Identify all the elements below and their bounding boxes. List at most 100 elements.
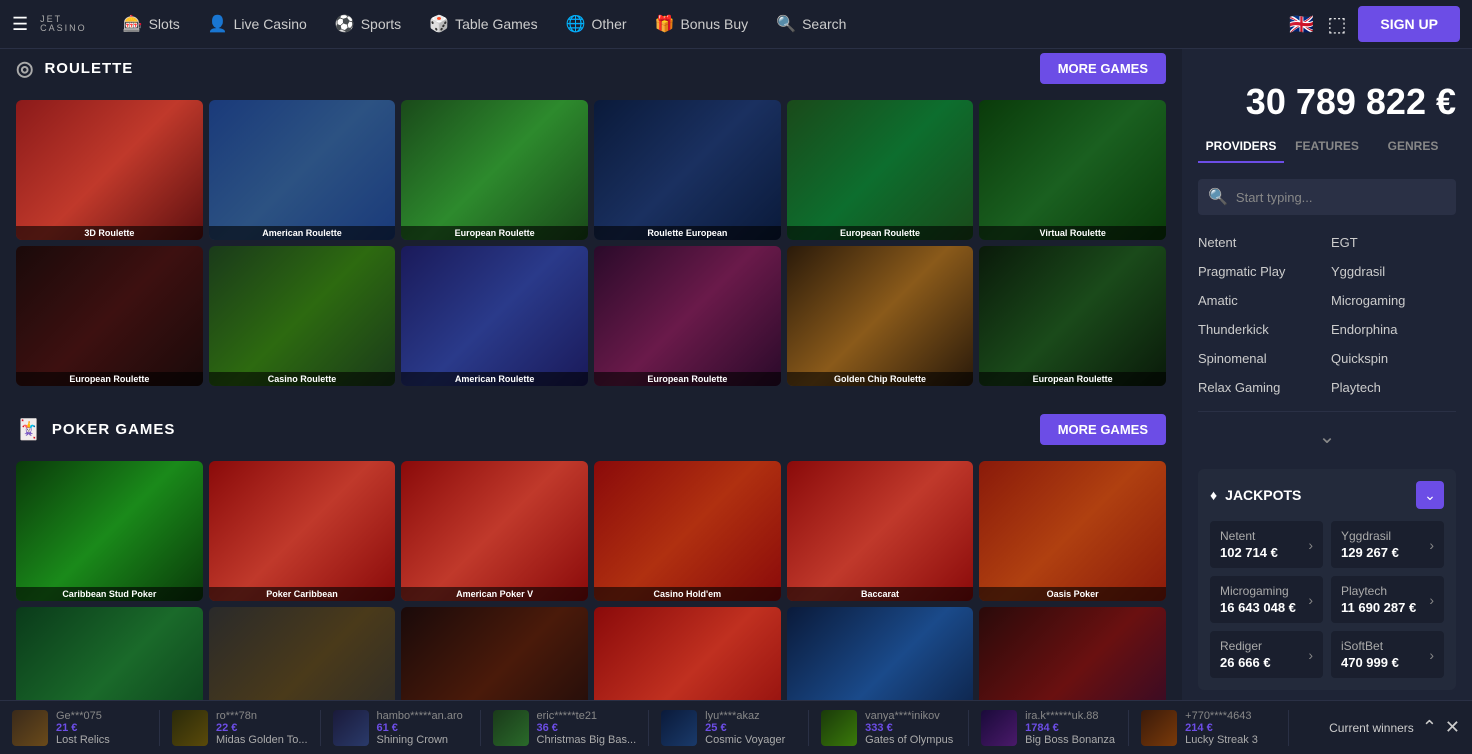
tab-providers[interactable]: PROVIDERS	[1198, 131, 1284, 163]
ticker-thumb	[172, 710, 208, 746]
exit-icon[interactable]: ⬚	[1328, 12, 1347, 37]
jackpot-arrow[interactable]: ›	[1429, 647, 1434, 663]
provider-item-thunderkick[interactable]: Thunderkick	[1198, 318, 1323, 341]
bonus-buy-icon: 🎁	[655, 14, 675, 34]
poker-header: 🃏 POKER GAMES MORE GAMES	[16, 410, 1166, 449]
search-icon: 🔍	[1208, 187, 1228, 207]
jackpot-arrow[interactable]: ›	[1429, 537, 1434, 553]
ticker-thumb	[981, 710, 1017, 746]
provider-item-microgaming[interactable]: Microgaming	[1331, 289, 1456, 312]
provider-item-quickspin[interactable]: Quickspin	[1331, 347, 1456, 370]
nav-item-live-casino[interactable]: 👤 Live Casino	[196, 8, 319, 40]
jackpot-arrow[interactable]: ›	[1308, 592, 1313, 608]
ticker-chevron-button[interactable]: ⌃	[1422, 717, 1437, 738]
game-thumb[interactable]: Casino Hold'em	[594, 461, 781, 601]
nav-item-sports[interactable]: ⚽ Sports	[323, 8, 413, 40]
jackpot-item-yggdrasil: Yggdrasil 129 267 € ›	[1331, 521, 1444, 568]
game-thumb[interactable]: Golden Chip Roulette	[787, 246, 974, 386]
roulette-title: ◎ ROULETTE	[16, 56, 133, 81]
nav-item-slots[interactable]: 🎰 Slots	[111, 8, 192, 40]
game-thumb[interactable]: Caribbean Stud Poker	[16, 461, 203, 601]
roulette-game-grid: 3D Roulette American Roulette European R…	[16, 100, 1166, 386]
navbar: ☰ JET CASINO 🎰 Slots 👤 Live Casino ⚽ Spo…	[0, 0, 1472, 49]
main-layout: ◎ ROULETTE MORE GAMES 3D Roulette Americ…	[0, 49, 1472, 754]
ticker-thumb	[493, 710, 529, 746]
nav-right: 🇬🇧 ⬚ SIGN UP	[1288, 6, 1460, 42]
provider-grid: Netent EGT Pragmatic Play Yggdrasil Amat…	[1198, 231, 1456, 399]
jackpot-item-rediger: Rediger 26 666 € ›	[1210, 631, 1323, 678]
game-thumb[interactable]: American Roulette	[401, 246, 588, 386]
provider-item-amatic[interactable]: Amatic	[1198, 289, 1323, 312]
ticker-right: Current winners ⌃ ✕	[1317, 717, 1472, 738]
jackpots-title: ♦ JACKPOTS	[1210, 487, 1301, 503]
show-more-providers-button[interactable]: ⌄	[1198, 420, 1456, 453]
jackpots-header: ♦ JACKPOTS ⌄	[1210, 481, 1444, 509]
provider-item-egt[interactable]: EGT	[1331, 231, 1456, 254]
provider-search-box[interactable]: 🔍	[1198, 179, 1456, 215]
ticker-item: vanya****inikov 333 € Gates of Olympus	[809, 710, 969, 746]
game-thumb[interactable]: Casino Roulette	[209, 246, 396, 386]
provider-item-playtech[interactable]: Playtech	[1331, 376, 1456, 399]
ticker-thumb	[1141, 710, 1177, 746]
ticker-item: ro***78n 22 € Midas Golden To...	[160, 710, 321, 746]
tab-features[interactable]: FEATURES	[1284, 131, 1370, 163]
game-thumb[interactable]: 3D Roulette	[16, 100, 203, 240]
sidebar: 30 789 822 € PROVIDERS FEATURES GENRES 🔍…	[1182, 49, 1472, 754]
game-thumb[interactable]: European Roulette	[787, 100, 974, 240]
roulette-more-games-button[interactable]: MORE GAMES	[1040, 53, 1166, 84]
game-thumb[interactable]: Oasis Poker	[979, 461, 1166, 601]
nav-item-bonus-buy[interactable]: 🎁 Bonus Buy	[643, 8, 761, 40]
nav-item-search[interactable]: 🔍 Search	[764, 8, 858, 40]
jackpot-item-isoftbet: iSoftBet 470 999 € ›	[1331, 631, 1444, 678]
tab-genres[interactable]: GENRES	[1370, 131, 1456, 163]
bottom-ticker: Ge***075 21 € Lost Relics ro***78n 22 € …	[0, 700, 1472, 754]
provider-divider	[1198, 411, 1456, 412]
jackpot-item-playtech: Playtech 11 690 287 € ›	[1331, 576, 1444, 623]
game-thumb[interactable]: European Roulette	[594, 246, 781, 386]
current-winners-label: Current winners	[1329, 721, 1414, 735]
nav-items: 🎰 Slots 👤 Live Casino ⚽ Sports 🎲 Table G…	[111, 8, 1288, 40]
game-thumb[interactable]: European Roulette	[979, 246, 1166, 386]
ticker-item: Ge***075 21 € Lost Relics	[0, 710, 160, 746]
poker-title: 🃏 POKER GAMES	[16, 417, 175, 442]
language-flag[interactable]: 🇬🇧	[1288, 14, 1316, 34]
jackpot-counter: 30 789 822 €	[1198, 65, 1456, 131]
poker-more-games-button[interactable]: MORE GAMES	[1040, 414, 1166, 445]
jackpot-arrow[interactable]: ›	[1308, 537, 1313, 553]
provider-item-yggdrasil[interactable]: Yggdrasil	[1331, 260, 1456, 283]
provider-item-pragmatic[interactable]: Pragmatic Play	[1198, 260, 1323, 283]
ticker-item: eric*****te21 36 € Christmas Big Bas...	[481, 710, 650, 746]
game-thumb[interactable]: European Roulette	[401, 100, 588, 240]
game-thumb[interactable]: Virtual Roulette	[979, 100, 1166, 240]
jackpot-arrow[interactable]: ›	[1429, 592, 1434, 608]
poker-section: 🃏 POKER GAMES MORE GAMES Caribbean Stud …	[16, 410, 1166, 747]
search-nav-icon: 🔍	[776, 14, 796, 34]
provider-item-endorphina[interactable]: Endorphina	[1331, 318, 1456, 341]
signup-button[interactable]: SIGN UP	[1358, 6, 1460, 42]
provider-item-spinomenal[interactable]: Spinomenal	[1198, 347, 1323, 370]
ticker-item: hambo*****an.aro 61 € Shining Crown	[321, 710, 481, 746]
diamond-icon: ♦	[1210, 487, 1217, 503]
provider-item-relax[interactable]: Relax Gaming	[1198, 376, 1323, 399]
game-thumb[interactable]: Poker Caribbean	[209, 461, 396, 601]
ticker-close-button[interactable]: ✕	[1445, 717, 1460, 738]
jackpot-arrow[interactable]: ›	[1308, 647, 1313, 663]
game-thumb[interactable]: American Roulette	[209, 100, 396, 240]
nav-item-table-games[interactable]: 🎲 Table Games	[417, 8, 549, 40]
game-thumb[interactable]: American Poker V	[401, 461, 588, 601]
nav-item-other[interactable]: 🌐 Other	[554, 8, 639, 40]
ticker-thumb	[821, 710, 857, 746]
ticker-thumb	[333, 710, 369, 746]
game-thumb[interactable]: Roulette European	[594, 100, 781, 240]
provider-item-netent[interactable]: Netent	[1198, 231, 1323, 254]
jackpots-toggle-button[interactable]: ⌄	[1416, 481, 1444, 509]
ticker-item: +770****4643 214 € Lucky Streak 3	[1129, 710, 1289, 746]
hamburger-menu[interactable]: ☰	[12, 14, 28, 35]
jackpot-item-microgaming: Microgaming 16 643 048 € ›	[1210, 576, 1323, 623]
game-thumb[interactable]: Baccarat	[787, 461, 974, 601]
ticker-items: Ge***075 21 € Lost Relics ro***78n 22 € …	[0, 710, 1289, 746]
logo: JET CASINO	[40, 15, 87, 33]
game-thumb[interactable]: European Roulette	[16, 246, 203, 386]
provider-search-input[interactable]	[1236, 190, 1446, 205]
roulette-section: ◎ ROULETTE MORE GAMES 3D Roulette Americ…	[16, 49, 1166, 386]
